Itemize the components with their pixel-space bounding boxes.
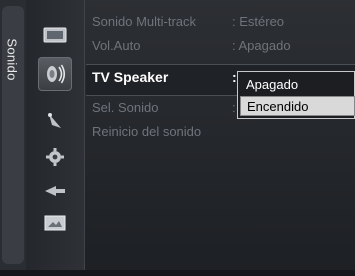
setup-icon[interactable] bbox=[42, 146, 68, 168]
menu-value-sel-sonido: : bbox=[232, 100, 236, 115]
category-tab: Sonido bbox=[0, 0, 26, 276]
menu-item-sel-sonido[interactable]: Sel. Sonido bbox=[92, 98, 159, 118]
menu-item-vol-auto[interactable]: Vol.Auto bbox=[92, 36, 140, 56]
application-icon[interactable] bbox=[42, 212, 68, 234]
menu-item-reinicio-del-sonido[interactable]: Reinicio del sonido bbox=[92, 122, 201, 142]
option-apagado[interactable]: Apagado bbox=[240, 75, 355, 95]
category-title: Sonido bbox=[4, 38, 20, 81]
menu-item-sonido-multi-track[interactable]: Sonido Multi-track bbox=[92, 12, 196, 32]
tv-speaker-options-popup: Apagado Encendido bbox=[237, 71, 355, 119]
menu-value-tv-speaker: : bbox=[232, 69, 237, 85]
sound-icon[interactable] bbox=[38, 57, 72, 91]
input-icon[interactable] bbox=[42, 180, 68, 202]
option-encendido[interactable]: Encendido bbox=[240, 96, 355, 116]
menu-value-vol-auto: : Apagado bbox=[232, 38, 291, 53]
picture-icon[interactable] bbox=[42, 24, 68, 46]
menu-item-tv-speaker[interactable]: TV Speaker bbox=[92, 69, 168, 85]
tv-menu-screen: Sonido Sonido Multi-track : Estéreo Vol.… bbox=[0, 0, 355, 276]
menu-value-sonido-multi-track: : Estéreo bbox=[232, 14, 285, 29]
channel-icon[interactable] bbox=[42, 110, 68, 132]
icon-column bbox=[26, 0, 84, 276]
